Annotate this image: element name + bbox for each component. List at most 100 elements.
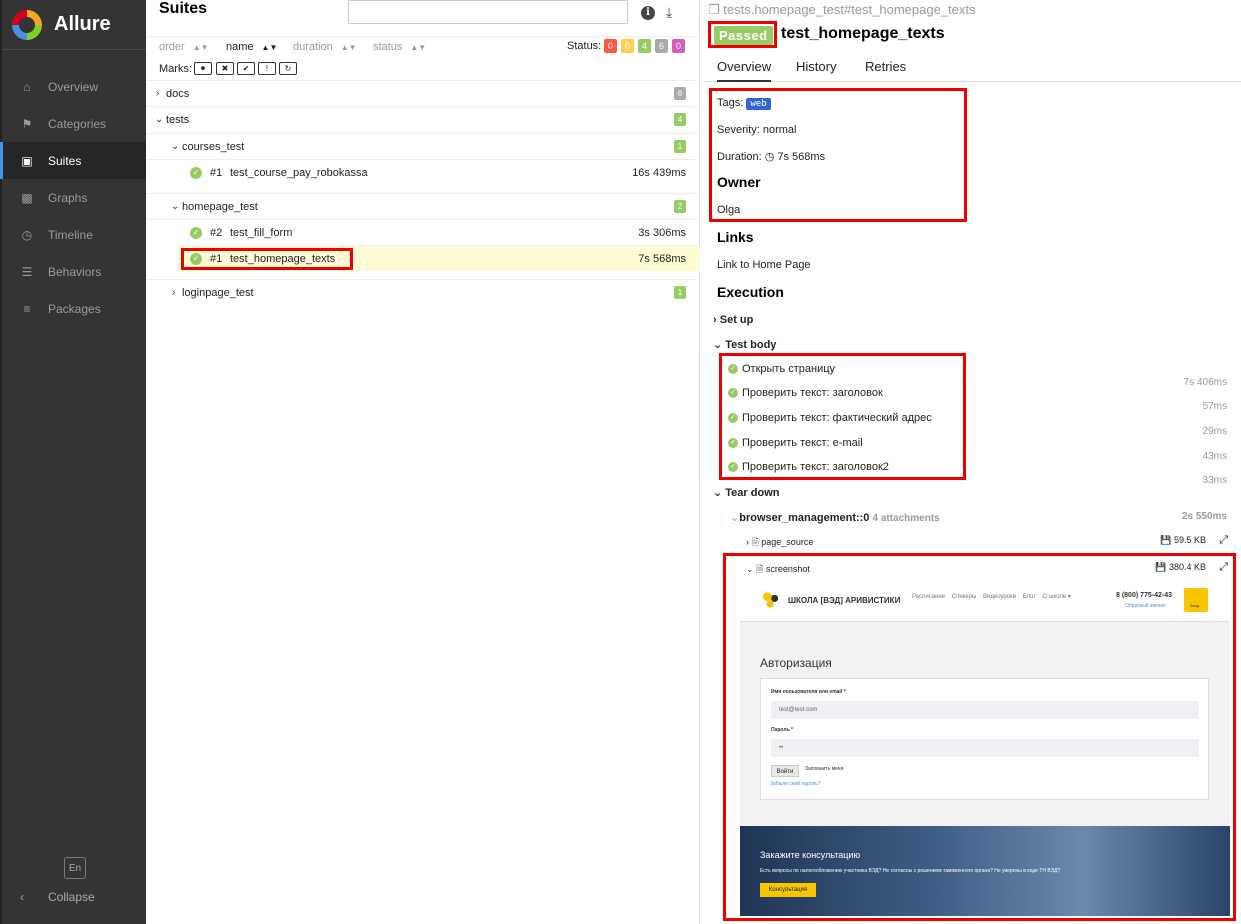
group-count-badge: 1	[674, 286, 686, 299]
sort-label: status	[373, 41, 403, 53]
search-input[interactable]	[348, 0, 628, 24]
status-passed-badge[interactable]: 4	[638, 39, 651, 53]
brand[interactable]: Allure	[2, 0, 146, 50]
section-label: Tear down	[725, 487, 780, 499]
detail-tabs: Overview History Retries	[704, 54, 1241, 82]
list-icon: ☰	[21, 264, 33, 279]
sidebar-item-label: Graphs	[48, 190, 88, 205]
test-duration: 3s 306ms	[638, 226, 686, 239]
links-heading: Links	[717, 229, 754, 245]
attachment-page-source[interactable]: › 🗎 page_source	[746, 535, 813, 551]
copy-icon[interactable]: ❐	[708, 2, 720, 17]
status-skipped-badge[interactable]: 6	[655, 39, 668, 53]
sidebar-item-categories[interactable]: ⚑ Categories	[2, 105, 146, 142]
sidebar-item-label: Packages	[48, 301, 101, 316]
flag-icon: ⚑	[21, 116, 33, 131]
sort-label: order	[159, 41, 185, 53]
mark-new-failed-icon[interactable]: ✖	[216, 62, 234, 75]
setup-section[interactable]: › Set up	[713, 314, 753, 326]
sidebar-item-timeline[interactable]: ◷ Timeline	[2, 216, 146, 253]
test-body-section[interactable]: ⌄ Test body	[713, 338, 776, 351]
sort-icon: ▲▼	[192, 43, 209, 52]
chevron-left-icon: ‹	[20, 890, 24, 904]
mark-new-broken-icon[interactable]: !	[258, 62, 276, 75]
sort-duration[interactable]: duration ▲▼	[293, 41, 357, 53]
test-duration: 7s 568ms	[638, 252, 686, 265]
step-duration: 33ms	[1202, 475, 1227, 486]
breadcrumb-text: tests.homepage_test#test_homepage_texts	[723, 2, 976, 17]
mark-new-passed-icon[interactable]: ✔	[237, 62, 255, 75]
collapse-button[interactable]: ‹ Collapse	[20, 890, 95, 904]
group-count-badge: 2	[674, 200, 686, 213]
mark-retries-icon[interactable]: ↻	[279, 62, 297, 75]
chevron-right-icon: ›	[156, 88, 160, 99]
step-duration: 7s 406ms	[1183, 377, 1227, 388]
info-icon[interactable]: i	[641, 6, 655, 20]
passed-check-icon: ✓	[190, 166, 202, 179]
sidebar-item-overview[interactable]: ⌂ Overview	[2, 68, 146, 105]
sidebar-item-suites[interactable]: ▣ Suites	[0, 142, 146, 179]
marks-label: Marks:	[159, 63, 192, 75]
sort-name[interactable]: name ▲▼	[226, 41, 277, 53]
expand-icon[interactable]: ⤢	[1219, 534, 1228, 547]
tree-group-tests[interactable]: ⌄ tests 4	[146, 106, 700, 132]
chevron-down-icon: ⌄	[155, 114, 164, 125]
group-label: courses_test	[182, 140, 245, 153]
sidebar-item-label: Categories	[48, 116, 107, 131]
tree-group-loginpage-test[interactable]: › loginpage_test 1	[146, 279, 700, 305]
execution-heading: Execution	[717, 284, 784, 300]
sidebar: Allure ⌂ Overview ⚑ Categories ▣ Suites ▩ Gr…	[0, 0, 146, 924]
language-button[interactable]: En	[64, 857, 86, 879]
group-label: tests	[166, 113, 190, 126]
status-filter-label: Status:	[567, 40, 602, 52]
download-icon[interactable]: ⤓	[666, 4, 672, 21]
sidebar-item-graphs[interactable]: ▩ Graphs	[2, 179, 146, 216]
tab-retries[interactable]: Retries	[865, 59, 906, 74]
tree-group-courses-test[interactable]: ⌄ courses_test 1	[146, 133, 700, 159]
group-label: homepage_test	[182, 200, 258, 213]
group-count-badge: 6	[674, 87, 686, 100]
attachment-size: 💾 59.5 KB	[1160, 535, 1206, 546]
home-icon: ⌂	[23, 79, 31, 94]
test-number: #2	[210, 226, 223, 239]
status-broken-badge[interactable]: 0	[621, 39, 634, 53]
sort-icon: ▲▼	[261, 43, 278, 52]
tab-overview[interactable]: Overview	[717, 59, 772, 82]
step-duration: 57ms	[1202, 401, 1227, 412]
sort-label: duration	[293, 41, 333, 53]
mark-flaky-icon[interactable]: ⚫	[194, 62, 212, 75]
highlight-box	[181, 248, 353, 270]
status-failed-badge[interactable]: 0	[604, 39, 617, 53]
sort-status[interactable]: status ▲▼	[373, 41, 426, 53]
attachment-name: page_source	[761, 537, 814, 547]
clock-icon: ◷	[21, 227, 33, 242]
highlight-box	[719, 353, 966, 480]
file-icon: 🗎	[751, 537, 759, 547]
chevron-down-icon: ⌄	[713, 339, 723, 351]
sidebar-item-label: Timeline	[48, 227, 93, 242]
sidebar-item-label: Overview	[48, 79, 99, 94]
tree-test-row[interactable]: ✓ #1 test_course_pay_robokassa 16s 439ms	[146, 159, 700, 185]
save-icon: 💾	[1160, 535, 1172, 545]
sort-label: name	[226, 41, 254, 53]
fixture-duration: 2s 550ms	[1181, 511, 1227, 522]
tree-group-homepage-test[interactable]: ⌄ homepage_test 2	[146, 193, 700, 219]
briefcase-icon: ▣	[21, 153, 33, 168]
bar-chart-icon: ▩	[21, 190, 33, 205]
fixture-row[interactable]: ⌄browser_management::0 4 attachments	[730, 511, 940, 524]
step-duration: 43ms	[1202, 451, 1227, 462]
status-unknown-badge[interactable]: 0	[672, 39, 685, 53]
tree-test-row[interactable]: ✓ #2 test_fill_form 3s 306ms	[146, 219, 700, 245]
sidebar-item-packages[interactable]: ≡ Packages	[2, 290, 146, 327]
teardown-section[interactable]: ⌄ Tear down	[713, 486, 779, 499]
tree-group-docs[interactable]: › docs 6	[146, 80, 700, 106]
tab-history[interactable]: History	[796, 59, 836, 74]
fixture-name: browser_management::0	[739, 512, 870, 524]
test-duration: 16s 439ms	[632, 166, 686, 179]
page-title: Suites	[159, 0, 208, 17]
align-left-icon: ≡	[23, 301, 31, 316]
home-page-link[interactable]: Link to Home Page	[717, 259, 811, 271]
sort-order[interactable]: order ▲▼	[159, 41, 209, 53]
sidebar-item-behaviors[interactable]: ☰ Behaviors	[2, 253, 146, 290]
chevron-down-icon: ⌄	[713, 487, 723, 499]
